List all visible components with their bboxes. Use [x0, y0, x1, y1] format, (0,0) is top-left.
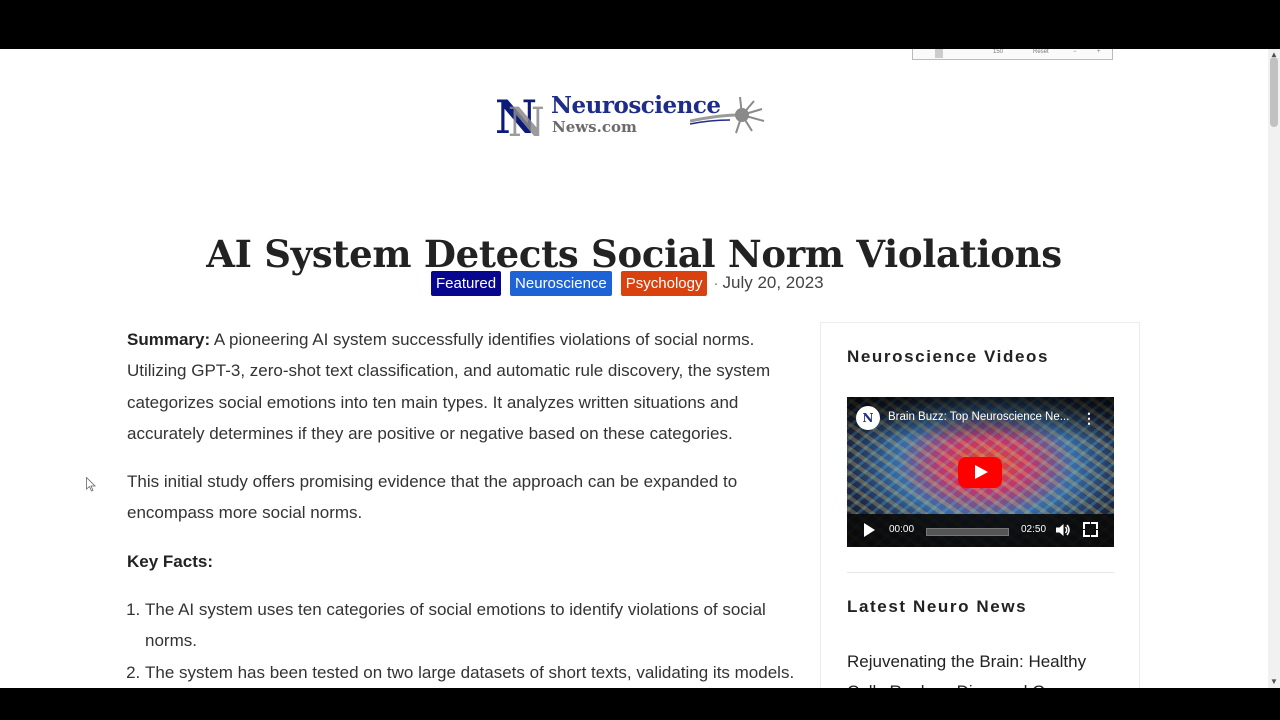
videos-widget-title: Neuroscience Videos: [847, 347, 1050, 366]
zoom-toolbar[interactable]: 150 Reset − +: [912, 49, 1113, 60]
tag-neuroscience[interactable]: Neuroscience: [510, 270, 612, 296]
youtube-play-button[interactable]: [958, 457, 1002, 488]
current-time: 00:00: [889, 524, 915, 535]
play-icon[interactable]: [864, 523, 875, 537]
zoom-in-button[interactable]: +: [1097, 49, 1101, 55]
mouse-cursor-icon: [86, 477, 96, 492]
article-body: Summary: A pioneering AI system successf…: [127, 324, 797, 688]
tag-psychology[interactable]: Psychology: [620, 270, 708, 296]
video-controls: 00:00 02:50: [847, 514, 1114, 547]
vertical-scrollbar[interactable]: ▲ ▼: [1268, 49, 1280, 688]
publish-date: July 20, 2023: [722, 273, 824, 292]
fullscreen-icon[interactable]: [1083, 522, 1098, 537]
widget-divider: [847, 572, 1114, 573]
reset-button[interactable]: Reset: [1033, 49, 1049, 55]
duration: 02:50: [1021, 524, 1047, 535]
news-widget-title: Latest Neuro News: [847, 597, 1028, 616]
volume-icon[interactable]: [1055, 522, 1071, 538]
summary-text: A pioneering AI system successfully iden…: [127, 330, 771, 443]
scrollbar-thumb[interactable]: [1270, 57, 1278, 127]
article-meta: Featured Neuroscience Psychology · July …: [431, 270, 824, 296]
sidebar: Neuroscience Videos N Brain Buzz: Top Ne…: [820, 322, 1140, 688]
body-paragraph: This initial study offers promising evid…: [127, 472, 738, 523]
zoom-out-button[interactable]: −: [1073, 49, 1077, 55]
browser-viewport: 150 Reset − + N N Neuroscience News.com …: [0, 49, 1268, 688]
video-title[interactable]: Brain Buzz: Top Neuroscience Ne...: [888, 411, 1069, 423]
scroll-down-icon[interactable]: ▼: [1268, 676, 1280, 688]
channel-avatar[interactable]: N: [856, 406, 880, 430]
zoom-level: 150: [993, 49, 1004, 55]
key-facts-list: The AI system uses ten categories of soc…: [127, 594, 797, 688]
key-facts-heading: Key Facts:: [127, 551, 213, 571]
toolbar-handle[interactable]: [935, 49, 943, 58]
site-logo[interactable]: N N Neuroscience News.com: [494, 91, 774, 141]
list-item: The system has been tested on two large …: [145, 657, 797, 688]
summary-label: Summary:: [127, 330, 211, 349]
video-progress-bar[interactable]: [926, 528, 1009, 536]
list-item: The AI system uses ten categories of soc…: [145, 594, 797, 657]
summary-paragraph: Summary: A pioneering AI system successf…: [127, 324, 797, 449]
news-item-link[interactable]: Rejuvenating the Brain: Healthy Cells Re…: [847, 647, 1117, 688]
logo-n-icon: N N: [495, 91, 545, 139]
more-options-icon[interactable]: ⋮: [1082, 410, 1096, 427]
tag-featured[interactable]: Featured: [431, 270, 502, 296]
neuron-icon: [690, 96, 765, 134]
svg-text:N: N: [508, 99, 545, 139]
screen-bottom-bar: [0, 688, 1280, 720]
video-player[interactable]: N Brain Buzz: Top Neuroscience Ne... ⋮ 0…: [847, 397, 1114, 547]
logo-text-secondary: News.com: [552, 118, 637, 136]
meta-separator: ·: [713, 274, 719, 292]
